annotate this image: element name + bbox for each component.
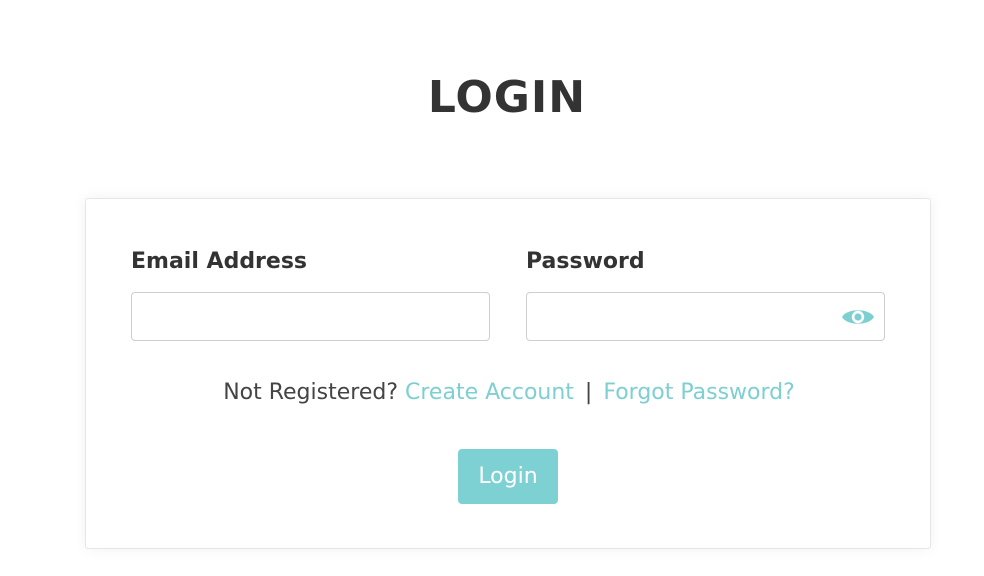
password-label: Password xyxy=(526,249,645,274)
login-button[interactable]: Login xyxy=(458,449,558,504)
forgot-password-link[interactable]: Forgot Password? xyxy=(603,380,794,405)
login-page: LOGIN Email Address Password Not Registe… xyxy=(0,0,984,576)
not-registered-text: Not Registered? xyxy=(223,380,398,405)
create-account-link[interactable]: Create Account xyxy=(405,380,574,405)
password-field[interactable] xyxy=(526,292,885,341)
email-field[interactable] xyxy=(131,292,490,341)
page-title: LOGIN xyxy=(427,72,587,123)
email-label: Email Address xyxy=(131,249,308,274)
account-links: Not Registered? Create Account | Forgot … xyxy=(86,380,932,405)
login-card: Email Address Password Not Registered? C… xyxy=(85,198,931,549)
eye-icon[interactable] xyxy=(839,302,877,332)
link-separator: | xyxy=(584,380,593,405)
